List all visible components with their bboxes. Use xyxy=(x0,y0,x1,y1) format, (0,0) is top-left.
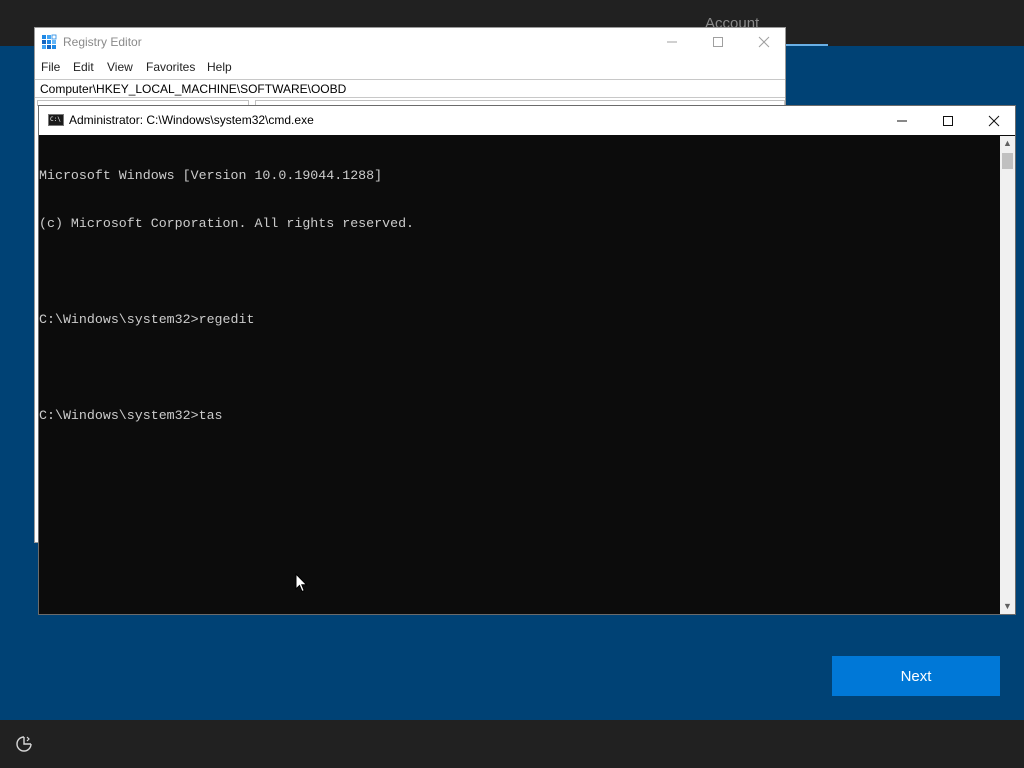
cmd-titlebar[interactable]: C:\ Administrator: C:\Windows\system32\c… xyxy=(39,106,1015,135)
cmd-icon: C:\ xyxy=(48,114,64,126)
console-output[interactable]: Microsoft Windows [Version 10.0.19044.12… xyxy=(39,136,1000,614)
scroll-thumb[interactable] xyxy=(1002,153,1013,169)
regedit-menubar: File Edit View Favorites Help xyxy=(35,58,785,78)
console-line: Microsoft Windows [Version 10.0.19044.12… xyxy=(39,168,383,183)
console-line: C:\Windows\system32>regedit xyxy=(39,312,255,327)
regedit-title: Registry Editor xyxy=(63,35,142,49)
console-input-line[interactable]: C:\Windows\system32>tas xyxy=(39,408,1000,424)
menu-file[interactable]: File xyxy=(41,60,60,74)
maximize-button[interactable] xyxy=(695,28,741,56)
close-button[interactable] xyxy=(741,28,787,56)
console-line: (c) Microsoft Corporation. All rights re… xyxy=(39,216,415,231)
menu-favorites[interactable]: Favorites xyxy=(146,60,195,74)
desktop: Account Next Registry Editor File Edit V… xyxy=(0,0,1024,768)
scroll-down-arrow-icon[interactable]: ▼ xyxy=(1000,599,1015,614)
menu-help[interactable]: Help xyxy=(207,60,232,74)
menu-view[interactable]: View xyxy=(107,60,133,74)
command-prompt-window: C:\ Administrator: C:\Windows\system32\c… xyxy=(38,105,1016,615)
cmd-title: Administrator: C:\Windows\system32\cmd.e… xyxy=(69,113,314,127)
menu-edit[interactable]: Edit xyxy=(73,60,94,74)
oobe-bottom-bar xyxy=(0,720,1024,768)
minimize-button[interactable] xyxy=(649,28,695,56)
regedit-titlebar[interactable]: Registry Editor xyxy=(35,28,785,58)
cmd-minimize-button[interactable] xyxy=(879,106,925,135)
mouse-pointer-icon xyxy=(295,572,309,593)
cmd-close-button[interactable] xyxy=(971,106,1017,135)
cmd-maximize-button[interactable] xyxy=(925,106,971,135)
registry-editor-icon xyxy=(41,34,57,50)
address-bar[interactable]: Computer\HKEY_LOCAL_MACHINE\SOFTWARE\OOB… xyxy=(35,79,785,98)
cmd-scrollbar[interactable]: ▲ ▼ xyxy=(1000,136,1015,614)
next-button[interactable]: Next xyxy=(832,656,1000,696)
ease-of-access-icon[interactable] xyxy=(14,734,34,754)
scroll-up-arrow-icon[interactable]: ▲ xyxy=(1000,136,1015,151)
